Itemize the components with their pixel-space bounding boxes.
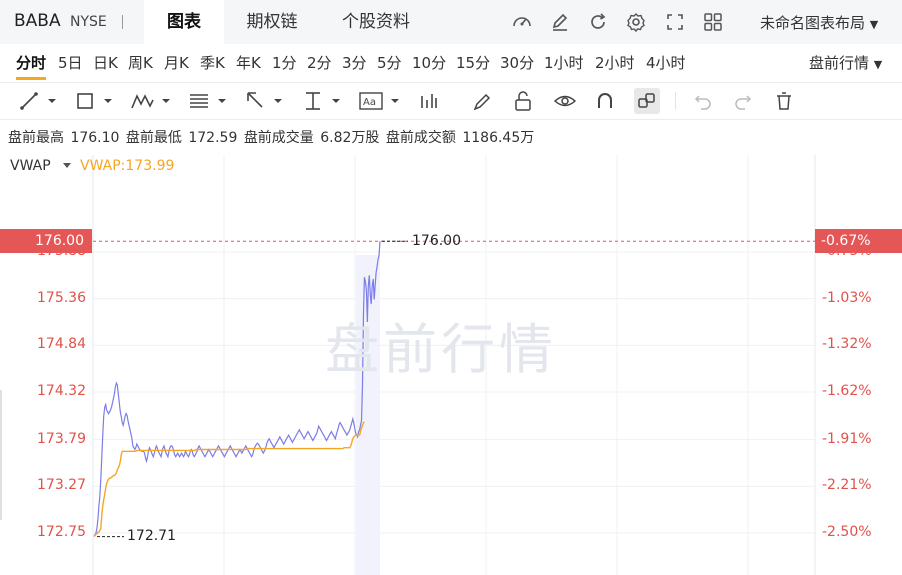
period-1h[interactable]: 1小时 bbox=[544, 52, 584, 73]
period-year[interactable]: 年K bbox=[236, 52, 261, 73]
lock-icon[interactable] bbox=[512, 88, 534, 114]
grid-layout-icon[interactable] bbox=[702, 11, 724, 33]
vwap-line bbox=[94, 421, 365, 537]
price-axis-label: 173.27 bbox=[37, 477, 86, 494]
period-2min[interactable]: 2分 bbox=[307, 52, 332, 73]
brush-icon[interactable] bbox=[471, 88, 493, 114]
period-quarter[interactable]: 季K bbox=[200, 52, 225, 73]
tab-options-chain[interactable]: 期权链 bbox=[232, 0, 312, 44]
period-4h[interactable]: 4小时 bbox=[646, 52, 686, 73]
session-dropdown[interactable]: 盘前行情 ▼ bbox=[809, 52, 882, 73]
chevron-down-icon: ▼ bbox=[873, 58, 883, 71]
volume-value: 6.82万股 bbox=[320, 130, 380, 146]
period-2h[interactable]: 2小时 bbox=[595, 52, 635, 73]
premarket-stats: 盘前最高 176.10 盘前最低 172.59 盘前成交量 6.82万股 盘前成… bbox=[8, 127, 536, 147]
price-axis-label: 175.36 bbox=[37, 289, 86, 306]
price-axis-label: 174.32 bbox=[37, 383, 86, 400]
period-5min[interactable]: 5分 bbox=[377, 52, 402, 73]
session-dropdown-label: 盘前行情 bbox=[809, 54, 870, 72]
indicator-icon[interactable] bbox=[418, 88, 440, 114]
undo-icon[interactable] bbox=[692, 88, 714, 114]
rectangle-icon[interactable] bbox=[74, 88, 116, 114]
current-price-tag: 176.00 bbox=[0, 229, 92, 253]
text-icon[interactable]: Aa bbox=[358, 88, 404, 114]
percent-axis-label: -1.32% bbox=[822, 336, 872, 353]
amount-label: 盘前成交额 bbox=[385, 130, 456, 146]
period-month[interactable]: 月K bbox=[164, 52, 189, 73]
fullscreen-icon[interactable] bbox=[664, 11, 686, 33]
delete-icon[interactable] bbox=[773, 88, 795, 114]
gauge-icon[interactable] bbox=[511, 11, 533, 33]
arrow-icon[interactable] bbox=[244, 88, 286, 114]
volume-label: 盘前成交量 bbox=[243, 130, 314, 146]
period-30min[interactable]: 30分 bbox=[500, 52, 534, 73]
chevron-down-icon: ▼ bbox=[869, 18, 879, 31]
period-10min[interactable]: 10分 bbox=[412, 52, 446, 73]
active-period-indicator bbox=[16, 77, 46, 80]
svg-text:Aa: Aa bbox=[363, 97, 376, 108]
period-1min[interactable]: 1分 bbox=[272, 52, 297, 73]
current-change-tag: -0.67% bbox=[815, 229, 902, 253]
price-axis-label: 172.75 bbox=[37, 524, 86, 540]
eye-icon[interactable] bbox=[553, 88, 577, 114]
percent-axis-label: -2.50% bbox=[822, 524, 872, 540]
settings-icon[interactable] bbox=[625, 11, 647, 33]
price-axis-label: 173.79 bbox=[37, 430, 86, 447]
low-marker-label: 172.71 bbox=[127, 528, 176, 544]
period-day[interactable]: 日K bbox=[93, 52, 118, 73]
watermark: 盘前行情 bbox=[325, 318, 557, 381]
layout-dropdown-label: 未命名图表布局 bbox=[760, 14, 866, 32]
trend-line-icon[interactable] bbox=[18, 88, 60, 114]
redo-icon[interactable] bbox=[732, 88, 754, 114]
layout-dropdown[interactable]: 未命名图表布局 ▼ bbox=[760, 12, 878, 33]
percent-axis-label: -1.62% bbox=[822, 383, 872, 400]
period-15min[interactable]: 15分 bbox=[456, 52, 490, 73]
pattern-icon[interactable] bbox=[130, 88, 172, 114]
chevron-down-icon[interactable] bbox=[63, 163, 71, 168]
high-label: 盘前最高 bbox=[8, 130, 64, 146]
link-icon[interactable] bbox=[634, 88, 660, 114]
divider bbox=[122, 15, 123, 29]
edit-icon[interactable] bbox=[549, 11, 571, 33]
exchange-name: NYSE bbox=[70, 14, 107, 30]
price-line bbox=[93, 241, 381, 537]
percent-axis-label: -1.03% bbox=[822, 289, 872, 306]
percent-axis-label: -2.21% bbox=[822, 477, 872, 494]
tab-chart[interactable]: 图表 bbox=[144, 0, 224, 44]
period-3min[interactable]: 3分 bbox=[342, 52, 367, 73]
fib-icon[interactable] bbox=[188, 88, 230, 114]
percent-axis-label: -1.91% bbox=[822, 430, 872, 447]
price-axis-label: 174.84 bbox=[37, 336, 86, 353]
indicator-name[interactable]: VWAP bbox=[10, 158, 51, 174]
top-bar: BABA NYSE 图表 期权链 个股资料 未命名图表布局 ▼ bbox=[0, 0, 902, 44]
amount-value: 1186.45万 bbox=[462, 130, 535, 146]
tab-company-profile[interactable]: 个股资料 bbox=[328, 0, 424, 44]
period-5d[interactable]: 5日 bbox=[58, 52, 83, 73]
high-value: 176.10 bbox=[70, 130, 120, 146]
low-label: 盘前最低 bbox=[125, 130, 182, 146]
period-bar: 分时 5日 日K 周K 月K 季K 年K 1分 2分 3分 5分 10分 15分… bbox=[0, 44, 902, 80]
measure-icon[interactable] bbox=[302, 88, 344, 114]
magnet-icon[interactable] bbox=[594, 88, 616, 114]
period-intraday[interactable]: 分时 bbox=[16, 52, 46, 73]
high-marker-label: 176.00 bbox=[412, 233, 461, 249]
refresh-icon[interactable] bbox=[587, 11, 609, 33]
low-value: 172.59 bbox=[188, 130, 238, 146]
indicator-value: VWAP:173.99 bbox=[80, 158, 175, 174]
toolbar-divider bbox=[675, 92, 676, 110]
symbol-name[interactable]: BABA bbox=[14, 11, 61, 31]
period-week[interactable]: 周K bbox=[128, 52, 153, 73]
